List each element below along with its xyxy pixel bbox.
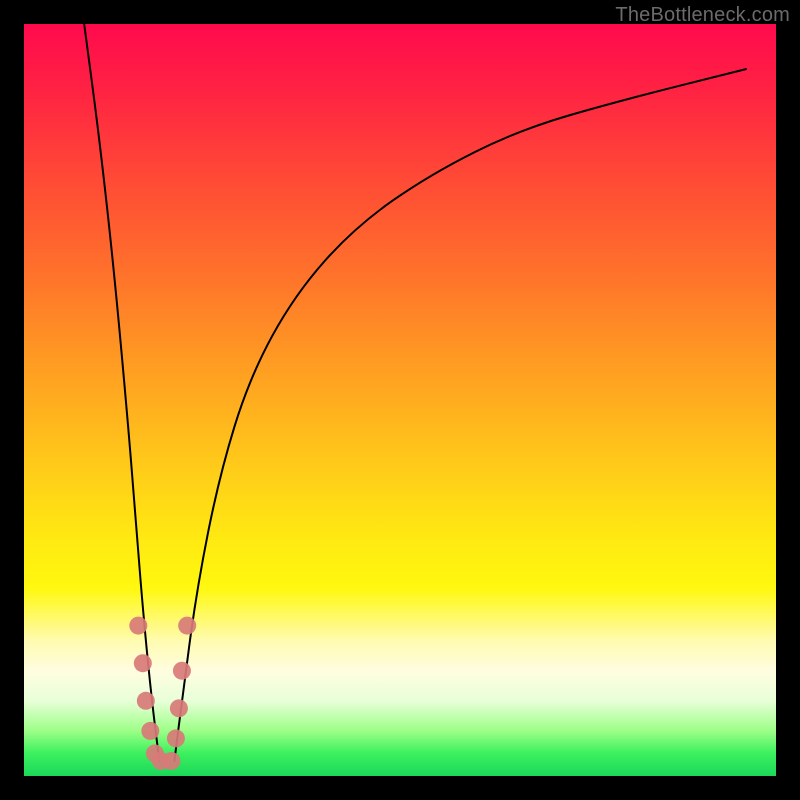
marker-dot bbox=[173, 662, 191, 680]
plot-area bbox=[24, 24, 776, 776]
marker-dot bbox=[170, 699, 188, 717]
chart-frame: TheBottleneck.com bbox=[0, 0, 800, 800]
marker-dot bbox=[178, 617, 196, 635]
marker-dot bbox=[129, 617, 147, 635]
marker-dot bbox=[134, 654, 152, 672]
marker-dot bbox=[162, 752, 180, 770]
curve-right-branch bbox=[174, 69, 746, 761]
curve-left-branch bbox=[84, 24, 159, 761]
marker-dot bbox=[141, 722, 159, 740]
marker-dot bbox=[137, 692, 155, 710]
marker-dot bbox=[167, 729, 185, 747]
chart-svg bbox=[24, 24, 776, 776]
